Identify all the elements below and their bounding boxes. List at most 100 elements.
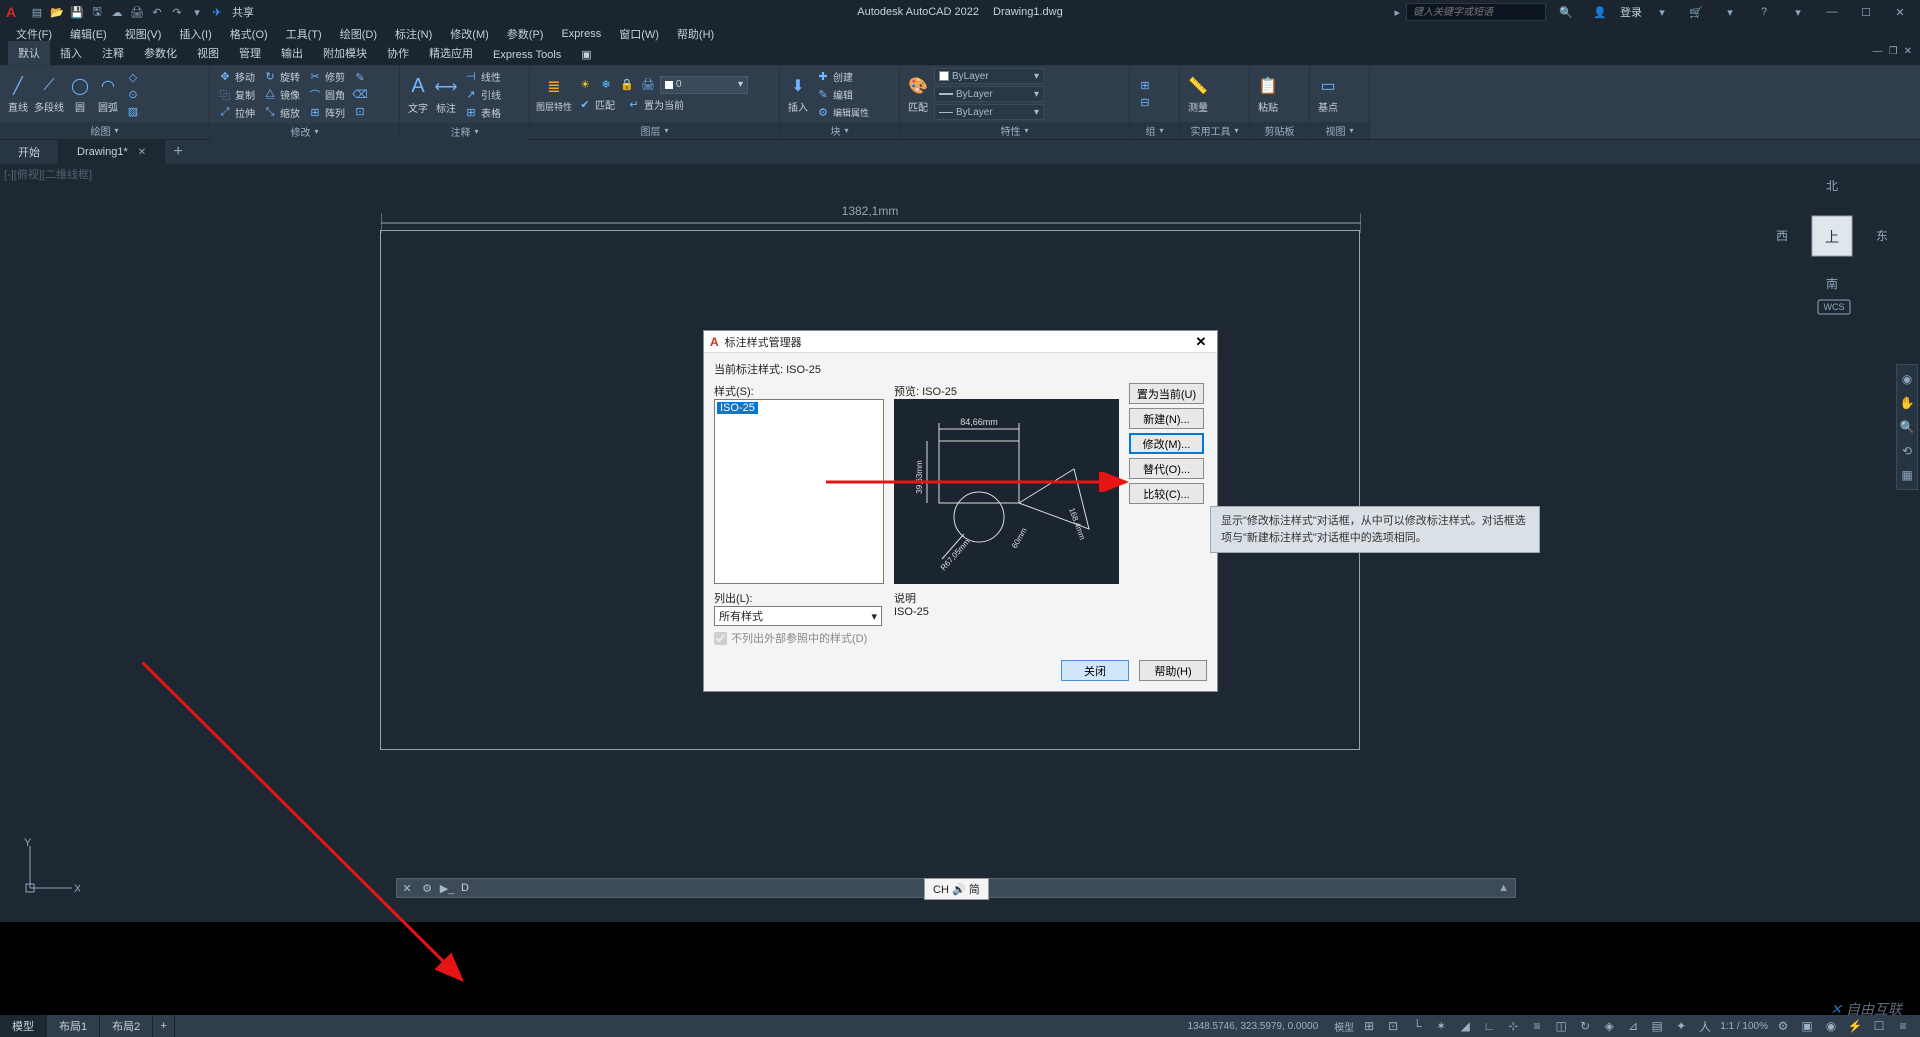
maximize-button[interactable]: ☐ [1852, 3, 1880, 21]
text-button[interactable]: A文字 [406, 75, 430, 115]
viewcube[interactable]: 北 西 东 南 上 WCS [1772, 176, 1892, 316]
qat-dd-icon[interactable]: ▾ [188, 3, 206, 21]
doc-close-button[interactable]: ✕ [1904, 46, 1912, 57]
ribbon-tab-insert[interactable]: 插入 [50, 41, 92, 65]
base-view-button[interactable]: ▭基点 [1316, 74, 1340, 114]
cmd-history-icon[interactable]: ▲ [1492, 882, 1515, 894]
menu-express[interactable]: Express [553, 26, 609, 42]
otrack-toggle-icon[interactable]: ⊹ [1504, 1017, 1522, 1035]
filetab-close-icon[interactable]: ✕ [138, 147, 146, 158]
ribbon-tab-express[interactable]: Express Tools [483, 45, 571, 65]
mod-misc-3[interactable]: ⊡ [351, 104, 369, 120]
menu-param[interactable]: 参数(P) [499, 24, 552, 44]
polar-toggle-icon[interactable]: ✶ [1432, 1017, 1450, 1035]
iso-toggle-icon[interactable]: ◢ [1456, 1017, 1474, 1035]
dialog-titlebar[interactable]: A 标注样式管理器 ✕ [704, 331, 1217, 353]
3d-osnap-icon[interactable]: ◈ [1600, 1017, 1618, 1035]
cmd-custom-icon[interactable]: ⚙ [417, 882, 437, 895]
array-button[interactable]: ⊞阵列 [306, 104, 347, 121]
ortho-toggle-icon[interactable]: └ [1408, 1017, 1426, 1035]
ribbon-tab-annotate[interactable]: 注释 [92, 41, 134, 65]
trim-button[interactable]: ✂修剪 [306, 68, 347, 85]
override-button[interactable]: 替代(O)... [1129, 458, 1204, 479]
rotate-button[interactable]: ↻旋转 [261, 68, 302, 85]
ribbon-tab-addins[interactable]: 附加模块 [313, 41, 377, 65]
set-current-button[interactable]: 置为当前(U) [1129, 383, 1204, 404]
ribbon-tab-default[interactable]: 默认 [8, 41, 50, 65]
measure-button[interactable]: 📏测量 [1186, 74, 1210, 114]
move-button[interactable]: ✥移动 [216, 68, 257, 85]
layout-tab-model[interactable]: 模型 [0, 1015, 47, 1037]
user-icon[interactable]: 👤 [1586, 3, 1614, 21]
share-icon[interactable]: ✈ [208, 3, 226, 21]
filetab-start[interactable]: 开始 [0, 140, 59, 164]
osnap-toggle-icon[interactable]: ∟ [1480, 1017, 1498, 1035]
mod-misc-1[interactable]: ✎ [351, 70, 369, 86]
mirror-button[interactable]: ⧋镜像 [261, 86, 302, 103]
cycling-icon[interactable]: ↻ [1576, 1017, 1594, 1035]
group-ic-1[interactable]: ⊞ [1136, 78, 1154, 94]
selection-filter-icon[interactable]: ▤ [1648, 1017, 1666, 1035]
search-input[interactable] [1406, 3, 1546, 21]
filetab-add-button[interactable]: + [165, 140, 191, 164]
nav-orbit-icon[interactable]: ⟲ [1897, 441, 1917, 461]
nav-show-icon[interactable]: ▦ [1897, 465, 1917, 485]
nav-wheel-icon[interactable]: ◉ [1897, 369, 1917, 389]
cart-icon[interactable]: 🛒 [1682, 3, 1710, 21]
qat-web-icon[interactable]: ☁ [108, 3, 126, 21]
qat-saveas-icon[interactable]: 🖫 [88, 3, 106, 21]
nav-zoom-icon[interactable]: 🔍 [1897, 417, 1917, 437]
grid-toggle-icon[interactable]: ⊞ [1360, 1017, 1378, 1035]
table-button[interactable]: ⊞表格 [462, 104, 503, 121]
transparency-icon[interactable]: ◫ [1552, 1017, 1570, 1035]
ribbon-tab-output[interactable]: 输出 [271, 41, 313, 65]
nav-pan-icon[interactable]: ✋ [1897, 393, 1917, 413]
scale-readout[interactable]: 1:1 / 100% [1720, 1021, 1768, 1032]
layer-ic-3[interactable]: 🔒 [618, 76, 636, 94]
dim-button[interactable]: ⟷标注 [434, 75, 458, 115]
styles-listbox[interactable]: ISO-25 [714, 399, 884, 584]
scale-button[interactable]: ⤡缩放 [261, 104, 302, 121]
filetab-drawing1[interactable]: Drawing1*✕ [59, 140, 165, 164]
ribbon-tab-parametric[interactable]: 参数化 [134, 41, 187, 65]
lwt-toggle-icon[interactable]: ≡ [1528, 1017, 1546, 1035]
layer-ic-2[interactable]: ❄ [597, 76, 615, 94]
qat-undo-icon[interactable]: ↶ [148, 3, 166, 21]
qat-open-icon[interactable]: 📂 [48, 3, 66, 21]
match-props-button[interactable]: 🎨匹配 [906, 74, 930, 114]
layer-setcurrent-button[interactable]: ↵置为当前 [625, 96, 686, 113]
layer-ic-1[interactable]: ☀ [576, 76, 594, 94]
close-button[interactable]: ✕ [1886, 3, 1914, 21]
layer-match-button[interactable]: ✔匹配 [576, 96, 617, 113]
qat-redo-icon[interactable]: ↷ [168, 3, 186, 21]
customize-status-icon[interactable]: ≡ [1894, 1017, 1912, 1035]
menu-window[interactable]: 窗口(W) [611, 24, 667, 44]
minimize-button[interactable]: — [1818, 3, 1846, 21]
status-model-label[interactable]: 模型 [1334, 1019, 1354, 1034]
dialog-close-button[interactable]: ✕ [1191, 334, 1211, 350]
draw-misc-2[interactable]: ⊙ [124, 86, 142, 102]
layer-combo[interactable]: 0▾ [660, 76, 748, 94]
mod-misc-2[interactable]: ⌫ [351, 87, 369, 103]
paste-button[interactable]: 📋粘贴 [1256, 74, 1280, 114]
lineweight-combo[interactable]: ByLayer▾ [934, 86, 1044, 102]
help-dd-icon[interactable]: ▾ [1784, 3, 1812, 21]
block-attr-button[interactable]: ⚙编辑属性 [814, 104, 871, 120]
annotation-scale-icon[interactable]: 人 [1696, 1017, 1714, 1035]
layer-props-button[interactable]: ≣图层特性 [536, 75, 572, 113]
login-label[interactable]: 登录 [1620, 4, 1642, 20]
block-edit-button[interactable]: ✎编辑 [814, 86, 871, 103]
arc-button[interactable]: ◠圆弧 [96, 74, 120, 114]
annotation-monitor-icon[interactable]: ▣ [1798, 1017, 1816, 1035]
insert-block-button[interactable]: ⬇插入 [786, 74, 810, 114]
login-dd-icon[interactable]: ▾ [1648, 3, 1676, 21]
workspace-icon[interactable]: ⚙ [1774, 1017, 1792, 1035]
fillet-button[interactable]: ⌒圆角 [306, 86, 347, 103]
doc-min-button[interactable]: — [1873, 46, 1883, 57]
draw-misc-3[interactable]: ▨ [124, 103, 142, 119]
gizmo-icon[interactable]: ✦ [1672, 1017, 1690, 1035]
new-button[interactable]: 新建(N)... [1129, 408, 1204, 429]
copy-button[interactable]: ⿻复制 [216, 86, 257, 103]
doc-restore-button[interactable]: ❐ [1889, 46, 1898, 57]
share-label[interactable]: 共享 [228, 3, 258, 21]
